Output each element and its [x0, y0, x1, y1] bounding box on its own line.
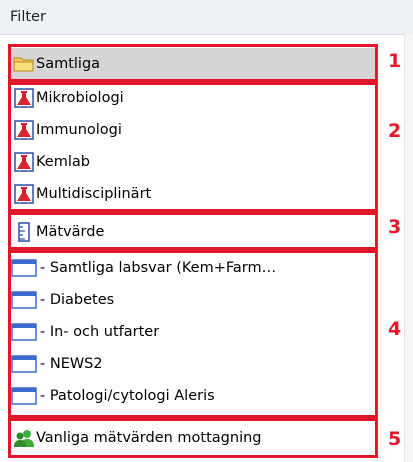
filter-item-matvarde[interactable]: Mätvärde: [10, 216, 378, 248]
filter-title: Filter: [10, 9, 46, 25]
filter-item-news2[interactable]: - NEWS2: [10, 348, 378, 380]
flask-icon: [13, 119, 35, 141]
annotation-number-1: 1: [388, 50, 402, 72]
filter-item-label: Immunologi: [36, 122, 122, 138]
window-icon: [11, 257, 37, 279]
filter-item-samtliga-labsvar[interactable]: - Samtliga labsvar (Kem+Farm…: [10, 252, 378, 284]
scrollbar[interactable]: [404, 34, 413, 462]
filter-item-label: Kemlab: [36, 154, 90, 170]
filter-item-label: - Patologi/cytologi Aleris: [40, 388, 215, 404]
filter-item-diabetes[interactable]: - Diabetes: [10, 284, 378, 316]
filter-item-label: Vanliga mätvärden mottagning: [36, 430, 262, 446]
filter-item-patologi-cytologi[interactable]: - Patologi/cytologi Aleris: [10, 380, 378, 412]
annotation-number-4: 4: [388, 318, 402, 340]
flask-icon: [13, 183, 35, 205]
annotation-number-3: 3: [388, 216, 402, 238]
filter-item-immunologi[interactable]: Immunologi: [10, 114, 378, 146]
folder-icon: [13, 53, 35, 75]
filter-item-vanliga-matvarden[interactable]: Vanliga mätvärden mottagning: [10, 422, 378, 454]
filter-item-samtliga[interactable]: Samtliga: [10, 48, 378, 80]
filter-item-label: - NEWS2: [40, 356, 103, 372]
filter-item-label: Multidisciplinärt: [36, 186, 152, 202]
filter-item-label: - Samtliga labsvar (Kem+Farm…: [40, 260, 277, 276]
window-icon: [11, 353, 37, 375]
filter-item-kemlab[interactable]: Kemlab: [10, 146, 378, 178]
filter-item-label: - Diabetes: [40, 292, 115, 308]
filter-item-label: Mätvärde: [36, 224, 105, 240]
filter-item-label: Mikrobiologi: [36, 90, 124, 106]
ruler-icon: [13, 221, 35, 243]
window-icon: [11, 385, 37, 407]
window-icon: [11, 289, 37, 311]
annotation-number-5: 5: [388, 428, 402, 450]
window-icon: [11, 321, 37, 343]
filter-item-label: Samtliga: [36, 56, 101, 72]
annotation-number-2: 2: [388, 120, 402, 142]
flask-icon: [13, 87, 35, 109]
filter-item-multidisciplinart[interactable]: Multidisciplinärt: [10, 178, 378, 210]
users-icon: [13, 427, 35, 449]
filter-item-mikrobiologi[interactable]: Mikrobiologi: [10, 82, 378, 114]
filter-item-in-och-utfarter[interactable]: - In- och utfarter: [10, 316, 378, 348]
flask-icon: [13, 151, 35, 173]
filter-header: Filter: [0, 0, 413, 35]
filter-item-label: - In- och utfarter: [40, 324, 160, 340]
